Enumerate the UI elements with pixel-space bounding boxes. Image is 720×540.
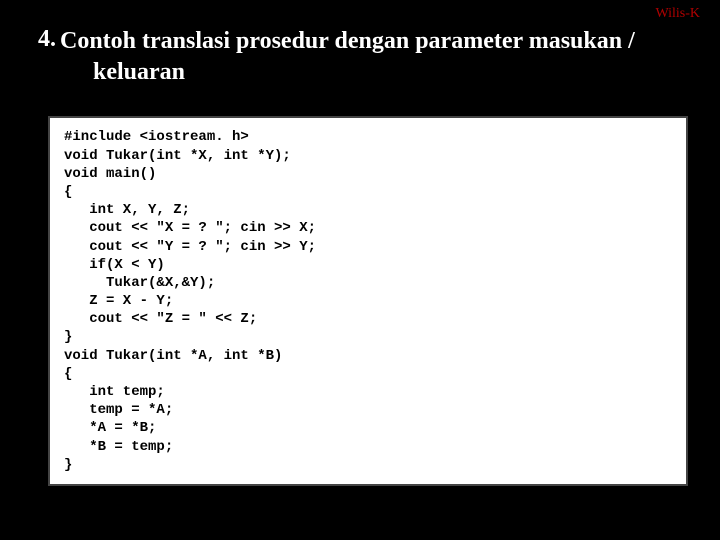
code-block: #include <iostream. h> void Tukar(int *X…: [48, 116, 688, 486]
heading-line2: keluaran: [38, 57, 690, 88]
page-title: 4. Contoh translasi prosedur dengan para…: [30, 10, 690, 88]
heading-line1: Contoh translasi prosedur dengan paramet…: [60, 28, 635, 54]
slide: Wilis-K 4. Contoh translasi prosedur den…: [0, 0, 720, 540]
heading-number: 4.: [38, 26, 56, 52]
credit-label: Wilis-K: [655, 6, 700, 22]
